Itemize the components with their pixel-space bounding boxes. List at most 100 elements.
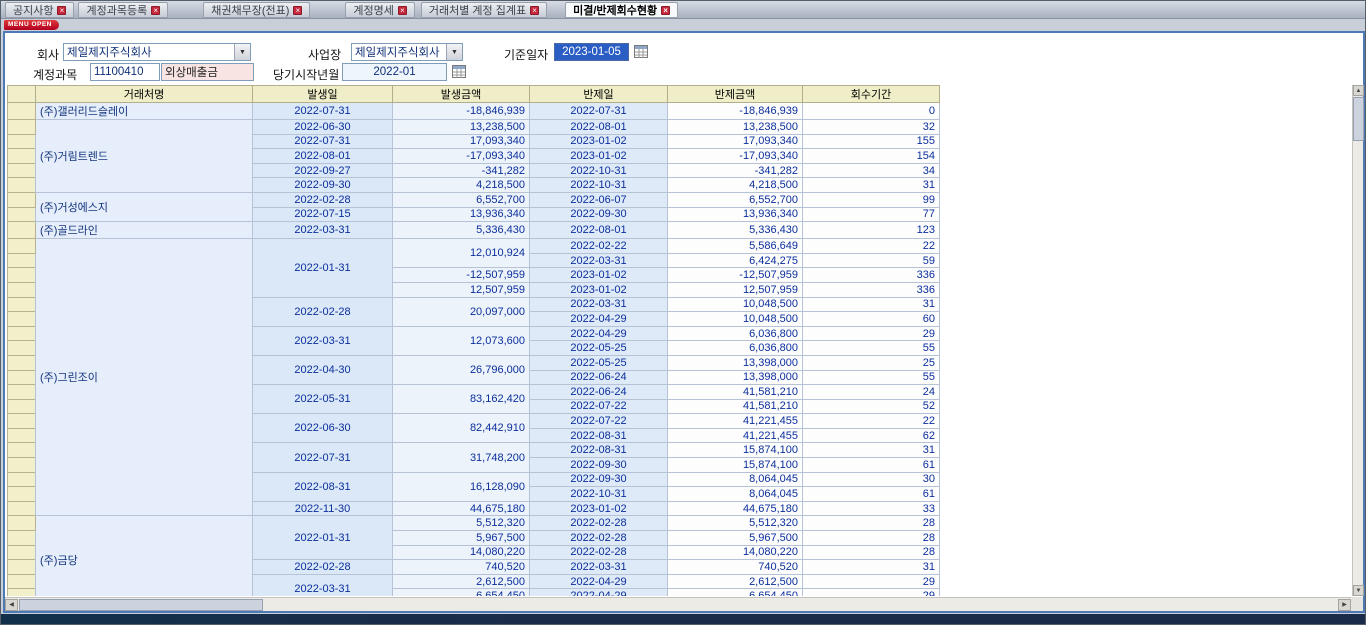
settle-date-cell[interactable]: 2022-06-07 — [530, 192, 668, 207]
row-selector[interactable] — [8, 560, 36, 575]
settle-amount-cell[interactable]: 6,654,450 — [668, 589, 803, 596]
settle-date-cell[interactable]: 2022-09-30 — [530, 207, 668, 222]
collection-days-cell[interactable]: 22 — [803, 414, 940, 429]
settle-amount-cell[interactable]: 44,675,180 — [668, 501, 803, 516]
customer-cell[interactable]: (주)거성에스지 — [36, 192, 253, 221]
settle-date-cell[interactable]: 2022-02-28 — [530, 531, 668, 546]
collection-days-cell[interactable]: 28 — [803, 545, 940, 560]
settle-date-cell[interactable]: 2022-07-31 — [530, 103, 668, 120]
settle-date-cell[interactable]: 2022-03-31 — [530, 560, 668, 575]
calendar-icon[interactable] — [451, 65, 467, 80]
settle-amount-cell[interactable]: 41,221,455 — [668, 428, 803, 443]
occur-amount-cell[interactable]: 12,010,924 — [393, 239, 530, 268]
account-name-field[interactable] — [161, 63, 254, 81]
row-selector[interactable] — [8, 312, 36, 327]
row-selector[interactable] — [8, 297, 36, 312]
occur-amount-cell[interactable]: 6,654,450 — [393, 589, 530, 596]
settle-amount-cell[interactable]: 10,048,500 — [668, 297, 803, 312]
settle-amount-cell[interactable]: 13,238,500 — [668, 120, 803, 135]
occur-amount-cell[interactable]: 17,093,340 — [393, 134, 530, 149]
occur-date-cell[interactable]: 2022-07-31 — [253, 103, 393, 120]
settle-amount-cell[interactable]: 13,398,000 — [668, 355, 803, 370]
settle-amount-cell[interactable]: 5,586,649 — [668, 239, 803, 254]
row-selector[interactable] — [8, 516, 36, 531]
collection-days-cell[interactable]: 31 — [803, 443, 940, 458]
settle-amount-cell[interactable]: 8,064,045 — [668, 472, 803, 487]
row-selector[interactable] — [8, 399, 36, 414]
bizplace-select[interactable]: 제일제지주식회사 ▼ — [351, 43, 463, 61]
occur-date-cell[interactable]: 2022-06-30 — [253, 414, 393, 443]
collection-days-cell[interactable]: 123 — [803, 222, 940, 239]
settle-date-cell[interactable]: 2022-08-31 — [530, 443, 668, 458]
settle-date-cell[interactable]: 2022-06-24 — [530, 385, 668, 400]
row-selector[interactable] — [8, 192, 36, 207]
row-selector[interactable] — [8, 443, 36, 458]
scroll-left-icon[interactable]: ◀ — [5, 599, 18, 611]
occur-date-cell[interactable]: 2022-09-30 — [253, 178, 393, 193]
row-selector[interactable] — [8, 163, 36, 178]
settle-amount-cell[interactable]: 6,036,800 — [668, 326, 803, 341]
scroll-up-icon[interactable]: ▲ — [1353, 85, 1364, 96]
settle-amount-cell[interactable]: 5,967,500 — [668, 531, 803, 546]
occur-amount-cell[interactable]: 26,796,000 — [393, 355, 530, 384]
collection-days-cell[interactable]: 29 — [803, 326, 940, 341]
tab-close-icon[interactable]: × — [151, 6, 160, 15]
chevron-down-icon[interactable]: ▼ — [234, 44, 250, 60]
row-selector[interactable] — [8, 178, 36, 193]
collection-days-cell[interactable]: 25 — [803, 355, 940, 370]
settle-amount-cell[interactable]: 10,048,500 — [668, 312, 803, 327]
chevron-down-icon[interactable]: ▼ — [446, 44, 462, 60]
settle-amount-cell[interactable]: 14,080,220 — [668, 545, 803, 560]
occur-amount-cell[interactable]: 6,552,700 — [393, 192, 530, 207]
settle-amount-cell[interactable]: 6,424,275 — [668, 253, 803, 268]
row-selector[interactable] — [8, 458, 36, 473]
settle-date-cell[interactable]: 2023-01-02 — [530, 134, 668, 149]
collection-days-cell[interactable]: 31 — [803, 297, 940, 312]
settle-date-cell[interactable]: 2022-04-29 — [530, 574, 668, 589]
tab-close-icon[interactable]: × — [530, 6, 539, 15]
settle-date-cell[interactable]: 2023-01-02 — [530, 282, 668, 297]
occur-date-cell[interactable]: 2022-07-31 — [253, 134, 393, 149]
company-select[interactable]: 제일제지주식회사 ▼ — [63, 43, 251, 61]
occur-amount-cell[interactable]: -341,282 — [393, 163, 530, 178]
collection-days-cell[interactable]: 61 — [803, 487, 940, 502]
settle-amount-cell[interactable]: 6,552,700 — [668, 192, 803, 207]
settle-date-cell[interactable]: 2022-02-28 — [530, 545, 668, 560]
settle-amount-cell[interactable]: 8,064,045 — [668, 487, 803, 502]
occur-amount-cell[interactable]: -18,846,939 — [393, 103, 530, 120]
occur-date-cell[interactable]: 2022-03-31 — [253, 326, 393, 355]
occur-amount-cell[interactable]: 82,442,910 — [393, 414, 530, 443]
occur-date-cell[interactable]: 2022-03-31 — [253, 574, 393, 596]
settle-date-cell[interactable]: 2022-08-01 — [530, 222, 668, 239]
settle-date-cell[interactable]: 2022-10-31 — [530, 163, 668, 178]
occur-amount-cell[interactable]: 13,238,500 — [393, 120, 530, 135]
settle-date-cell[interactable]: 2022-03-31 — [530, 253, 668, 268]
occur-date-cell[interactable]: 2022-07-31 — [253, 443, 393, 472]
row-selector[interactable] — [8, 134, 36, 149]
customer-cell[interactable]: (주)골드라인 — [36, 222, 253, 239]
occur-date-cell[interactable]: 2022-07-15 — [253, 207, 393, 222]
tab-account-detail[interactable]: 계정명세 × — [345, 2, 414, 18]
row-selector[interactable] — [8, 253, 36, 268]
settle-date-cell[interactable]: 2022-05-25 — [530, 341, 668, 356]
collection-days-cell[interactable]: 30 — [803, 472, 940, 487]
row-selector[interactable] — [8, 149, 36, 164]
collection-days-cell[interactable]: 55 — [803, 370, 940, 385]
settle-date-cell[interactable]: 2022-05-25 — [530, 355, 668, 370]
row-selector[interactable] — [8, 120, 36, 135]
tab-close-icon[interactable]: × — [398, 6, 407, 15]
settle-date-cell[interactable]: 2023-01-02 — [530, 268, 668, 283]
menu-open-button[interactable]: MENU OPEN — [4, 20, 59, 30]
occur-date-cell[interactable]: 2022-08-01 — [253, 149, 393, 164]
tab-account-registration[interactable]: 계정과목등록 × — [78, 2, 168, 18]
settle-amount-cell[interactable]: 13,936,340 — [668, 207, 803, 222]
settle-amount-cell[interactable]: -18,846,939 — [668, 103, 803, 120]
occur-amount-cell[interactable]: 16,128,090 — [393, 472, 530, 501]
occur-amount-cell[interactable]: 5,336,430 — [393, 222, 530, 239]
occur-amount-cell[interactable]: 14,080,220 — [393, 545, 530, 560]
row-selector[interactable] — [8, 414, 36, 429]
settle-date-cell[interactable]: 2022-04-29 — [530, 326, 668, 341]
settle-date-cell[interactable]: 2022-10-31 — [530, 487, 668, 502]
settle-amount-cell[interactable]: 17,093,340 — [668, 134, 803, 149]
customer-cell[interactable]: (주)거림트렌드 — [36, 120, 253, 193]
